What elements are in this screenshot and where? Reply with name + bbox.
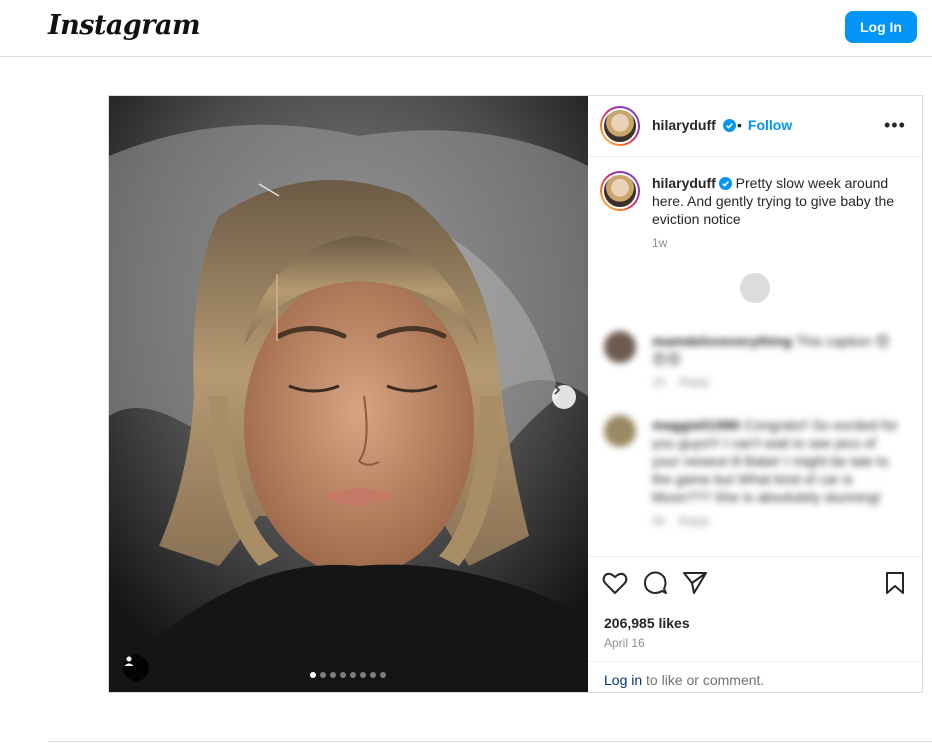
bookmark-icon[interactable] [884, 571, 906, 595]
post-sidebar: hilaryduff • Follow ••• hilaryduff Pretty… [588, 96, 922, 692]
reply-button[interactable]: Reply [679, 375, 710, 389]
login-prompt: Log in to like or comment. [588, 661, 922, 693]
post-username[interactable]: hilaryduff [652, 117, 716, 133]
carousel-indicator [310, 672, 386, 678]
login-button[interactable]: Log In [845, 11, 917, 43]
comment-time: 1h [652, 375, 666, 389]
verified-badge-icon [723, 119, 737, 132]
footer-divider [48, 741, 932, 742]
comment-avatar[interactable] [604, 415, 636, 447]
carousel-dot [340, 672, 346, 678]
loading-spinner-icon [740, 273, 770, 303]
comment-time: 3h [652, 514, 666, 528]
post-caption: hilaryduff Pretty slow week around here.… [652, 174, 902, 228]
top-bar: Instagram Log In [0, 0, 932, 57]
caption-timestamp[interactable]: 1w [652, 236, 667, 250]
comment-avatar[interactable] [604, 331, 636, 363]
photo-illustration [109, 96, 588, 692]
action-bar: 206,985 likes April 16 Log in to like or… [588, 556, 922, 692]
reply-button[interactable]: Reply [679, 514, 710, 528]
carousel-dot [330, 672, 336, 678]
login-link[interactable]: Log in [604, 672, 642, 688]
more-options-icon[interactable]: ••• [884, 115, 906, 136]
share-icon[interactable] [682, 571, 708, 595]
tagged-users-button[interactable] [123, 655, 149, 681]
caption-username[interactable]: hilaryduff [652, 175, 716, 191]
comment-icon[interactable] [642, 571, 668, 595]
post-date[interactable]: April 16 [604, 636, 645, 650]
avatar[interactable] [600, 106, 640, 146]
post-header: hilaryduff • Follow ••• [588, 96, 922, 157]
carousel-dot [310, 672, 316, 678]
login-prompt-text: to like or comment. [642, 672, 765, 688]
post-photo[interactable] [109, 96, 588, 692]
instagram-logo[interactable]: Instagram [48, 10, 201, 41]
carousel-dot [320, 672, 326, 678]
post-card: hilaryduff • Follow ••• hilaryduff Pretty… [108, 95, 923, 693]
carousel-dot [380, 672, 386, 678]
comment-username[interactable]: maggieli1990 [652, 417, 740, 433]
comment-username[interactable]: mamdeloveverything [652, 333, 792, 349]
carousel-dot [370, 672, 376, 678]
likes-count[interactable]: 206,985 likes [604, 615, 690, 631]
chevron-right-icon [554, 385, 561, 395]
heart-icon[interactable] [602, 571, 628, 595]
caption-avatar[interactable] [600, 171, 640, 211]
next-photo-button[interactable] [552, 385, 576, 409]
person-icon [124, 656, 134, 666]
verified-badge-icon [718, 177, 732, 190]
follow-button[interactable]: Follow [748, 117, 792, 133]
carousel-dot [360, 672, 366, 678]
header-separator: • [737, 117, 742, 133]
carousel-dot [350, 672, 356, 678]
